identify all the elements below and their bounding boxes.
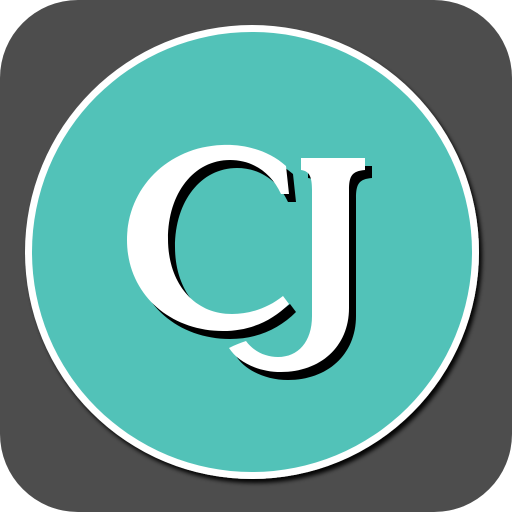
emblem-disc [32, 32, 472, 472]
app-icon[interactable] [0, 0, 512, 512]
cj-emblem [25, 25, 479, 479]
